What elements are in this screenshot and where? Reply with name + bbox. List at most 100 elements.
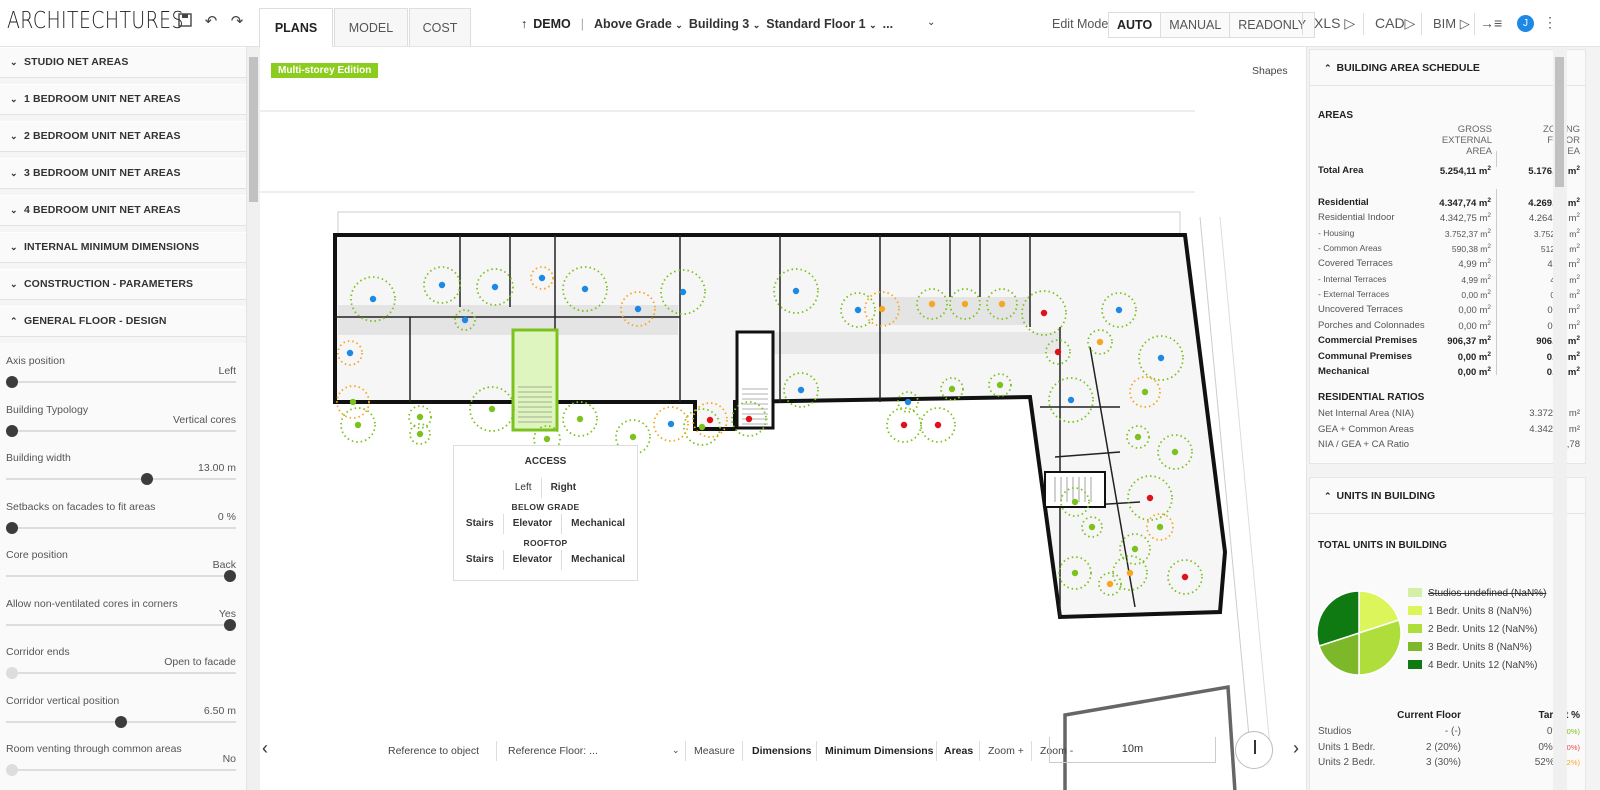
breadcrumb-grade[interactable]: Above Grade ⌄ [594, 17, 683, 31]
slider-track[interactable] [6, 526, 236, 529]
param-slider[interactable]: Setbacks on facades to fit areas 0 % [6, 501, 236, 549]
edit-mode-toggle: AUTO MANUAL READONLY [1108, 12, 1316, 38]
view-tabs: PLANS MODEL COST [259, 8, 472, 47]
chevron-down-icon: ⌄ [10, 279, 18, 289]
collapse-panel-icon[interactable]: →≡ [1480, 15, 1502, 31]
access-right[interactable]: Right [542, 478, 586, 498]
param-value: No [222, 753, 236, 765]
units-header[interactable]: ⌃ UNITS IN BUILDING [1310, 478, 1585, 514]
slider-knob[interactable] [141, 473, 154, 485]
area-schedule-header[interactable]: ⌃ BUILDING AREA SCHEDULE [1310, 50, 1585, 86]
rooftop-elevator[interactable]: Elevator [504, 550, 563, 570]
measure-button[interactable]: Measure [694, 745, 735, 757]
unit-row: Units 1 Bedr. 2 (20%) 0% (+20%) [1318, 741, 1580, 753]
breadcrumb-dropdown-icon[interactable]: ⌄ [927, 17, 935, 28]
save-icon[interactable] [176, 13, 194, 31]
tab-plans[interactable]: PLANS [259, 8, 333, 47]
slider-track[interactable] [6, 575, 236, 577]
scrollbar-thumb[interactable] [249, 57, 258, 202]
slider-knob[interactable] [6, 764, 18, 776]
more-menu-icon[interactable]: ⋮ [1543, 14, 1557, 31]
param-slider[interactable]: Room venting through common areas No [6, 743, 236, 790]
slider-track[interactable] [6, 769, 236, 771]
reference-floor-select[interactable]: Reference Floor: ... [508, 745, 598, 757]
breadcrumb-building[interactable]: Building 3 ⌄ [689, 17, 760, 31]
rooftop-mechanical[interactable]: Mechanical [562, 550, 634, 570]
reference-object-button[interactable]: Reference to object [388, 745, 479, 757]
breadcrumb-floor[interactable]: Standard Floor 1 ⌄ [766, 17, 876, 31]
section-construction-parameters[interactable]: ⌄ CONSTRUCTION - PARAMETERS [0, 269, 246, 300]
chevron-down-icon: ⌄ [10, 131, 18, 141]
project-name[interactable]: DEMO [533, 17, 571, 31]
slider-knob[interactable] [224, 618, 236, 631]
slider-knob[interactable] [6, 376, 18, 388]
param-slider[interactable]: Building Typology Vertical cores [6, 404, 236, 452]
slider-knob[interactable] [6, 667, 18, 679]
area-row: Porches and Colonnades0,00 m20,00 m2 [1318, 320, 1580, 333]
slider-track[interactable] [6, 623, 236, 626]
redo-icon[interactable]: ↷ [228, 13, 246, 31]
legend-item[interactable]: 4 Bedr. Units 12 (NaN%) [1408, 660, 1538, 674]
column-divider [1496, 151, 1497, 167]
param-slider[interactable]: Core position Back [6, 549, 236, 597]
breadcrumb-more[interactable]: ... [883, 17, 893, 31]
room-marker [488, 405, 496, 413]
undo-icon[interactable]: ↶ [202, 13, 220, 31]
areas-button[interactable]: Areas [944, 745, 973, 757]
chevron-down-icon[interactable]: ⌄ [672, 745, 680, 756]
legend-item[interactable]: Studios undefined (NaN%) [1408, 588, 1546, 602]
section-studio-net-areas[interactable]: ⌄ STUDIO NET AREAS [0, 47, 246, 78]
left-scrollbar[interactable] [246, 47, 260, 790]
slider-track[interactable] [6, 429, 236, 432]
slider-track[interactable] [6, 478, 236, 480]
dimensions-button[interactable]: Dimensions [752, 745, 812, 757]
scrollbar-thumb[interactable] [1555, 57, 1564, 187]
tab-cost[interactable]: COST [409, 8, 471, 46]
left-panel: ⌄ STUDIO NET AREAS ⌄ 1 BEDROOM UNIT NET AR… [0, 47, 260, 790]
up-arrow-icon[interactable]: ↑ [521, 17, 527, 31]
section-2-bedroom[interactable]: ⌄ 2 BEDROOM UNIT NET AREAS [0, 121, 246, 152]
legend-item[interactable]: 1 Bedr. Units 8 (NaN%) [1408, 606, 1532, 620]
param-slider[interactable]: Axis position Left [6, 355, 236, 403]
section-general-floor-design[interactable]: ⌃ GENERAL FLOOR - DESIGN [0, 306, 246, 337]
legend-item[interactable]: 2 Bedr. Units 12 (NaN%) [1408, 624, 1538, 638]
plan-canvas[interactable]: Multi-storey Edition Shapes ACCESS Left … [260, 47, 1306, 790]
section-4-bedroom[interactable]: ⌄ 4 BEDROOM UNIT NET AREAS [0, 195, 246, 226]
room-marker [416, 430, 424, 438]
floor-plan[interactable] [260, 47, 1306, 790]
access-left[interactable]: Left [506, 478, 542, 498]
edit-mode-auto[interactable]: AUTO [1109, 13, 1162, 37]
below-elevator[interactable]: Elevator [504, 514, 563, 534]
legend-item[interactable]: 3 Bedr. Units 8 (NaN%) [1408, 642, 1532, 656]
param-slider[interactable]: Corridor ends Open to facade [6, 646, 236, 694]
slider-knob[interactable] [6, 521, 18, 534]
param-slider[interactable]: Allow non-ventilated cores in corners Yes [6, 598, 236, 646]
chevron-up-icon: ⌃ [10, 316, 18, 326]
slider-track[interactable] [6, 381, 236, 383]
slider-knob[interactable] [224, 570, 236, 582]
user-avatar[interactable]: J [1517, 15, 1534, 32]
param-label: Core position [6, 549, 68, 561]
slider-track[interactable] [6, 672, 236, 674]
tab-model[interactable]: MODEL [334, 8, 408, 46]
zoom-in-button[interactable]: Zoom + [988, 745, 1024, 757]
room-marker [349, 398, 357, 406]
slider-knob[interactable] [115, 715, 127, 728]
export-xls-button[interactable]: XLS ▷ [1314, 15, 1355, 32]
north-compass-icon[interactable] [1235, 731, 1273, 769]
section-3-bedroom[interactable]: ⌄ 3 BEDROOM UNIT NET AREAS [0, 158, 246, 189]
rooftop-stairs[interactable]: Stairs [457, 550, 504, 570]
export-cad-button[interactable]: CAD▷ [1375, 15, 1415, 32]
breadcrumb-separator: | [580, 17, 584, 31]
right-scrollbar[interactable] [1553, 47, 1567, 790]
min-dimensions-button[interactable]: Minimum Dimensions [825, 745, 934, 757]
below-mechanical[interactable]: Mechanical [562, 514, 634, 534]
section-internal-min-dimensions[interactable]: ⌄ INTERNAL MINIMUM DIMENSIONS [0, 232, 246, 263]
section-1-bedroom[interactable]: ⌄ 1 BEDROOM UNIT NET AREAS [0, 84, 246, 115]
export-bim-button[interactable]: BIM ▷ [1433, 16, 1470, 32]
param-slider[interactable]: Corridor vertical position 6.50 m [6, 695, 236, 743]
below-stairs[interactable]: Stairs [457, 514, 504, 534]
edit-mode-manual[interactable]: MANUAL [1161, 13, 1231, 37]
slider-knob[interactable] [6, 424, 18, 437]
param-slider[interactable]: Building width 13.00 m [6, 452, 236, 500]
